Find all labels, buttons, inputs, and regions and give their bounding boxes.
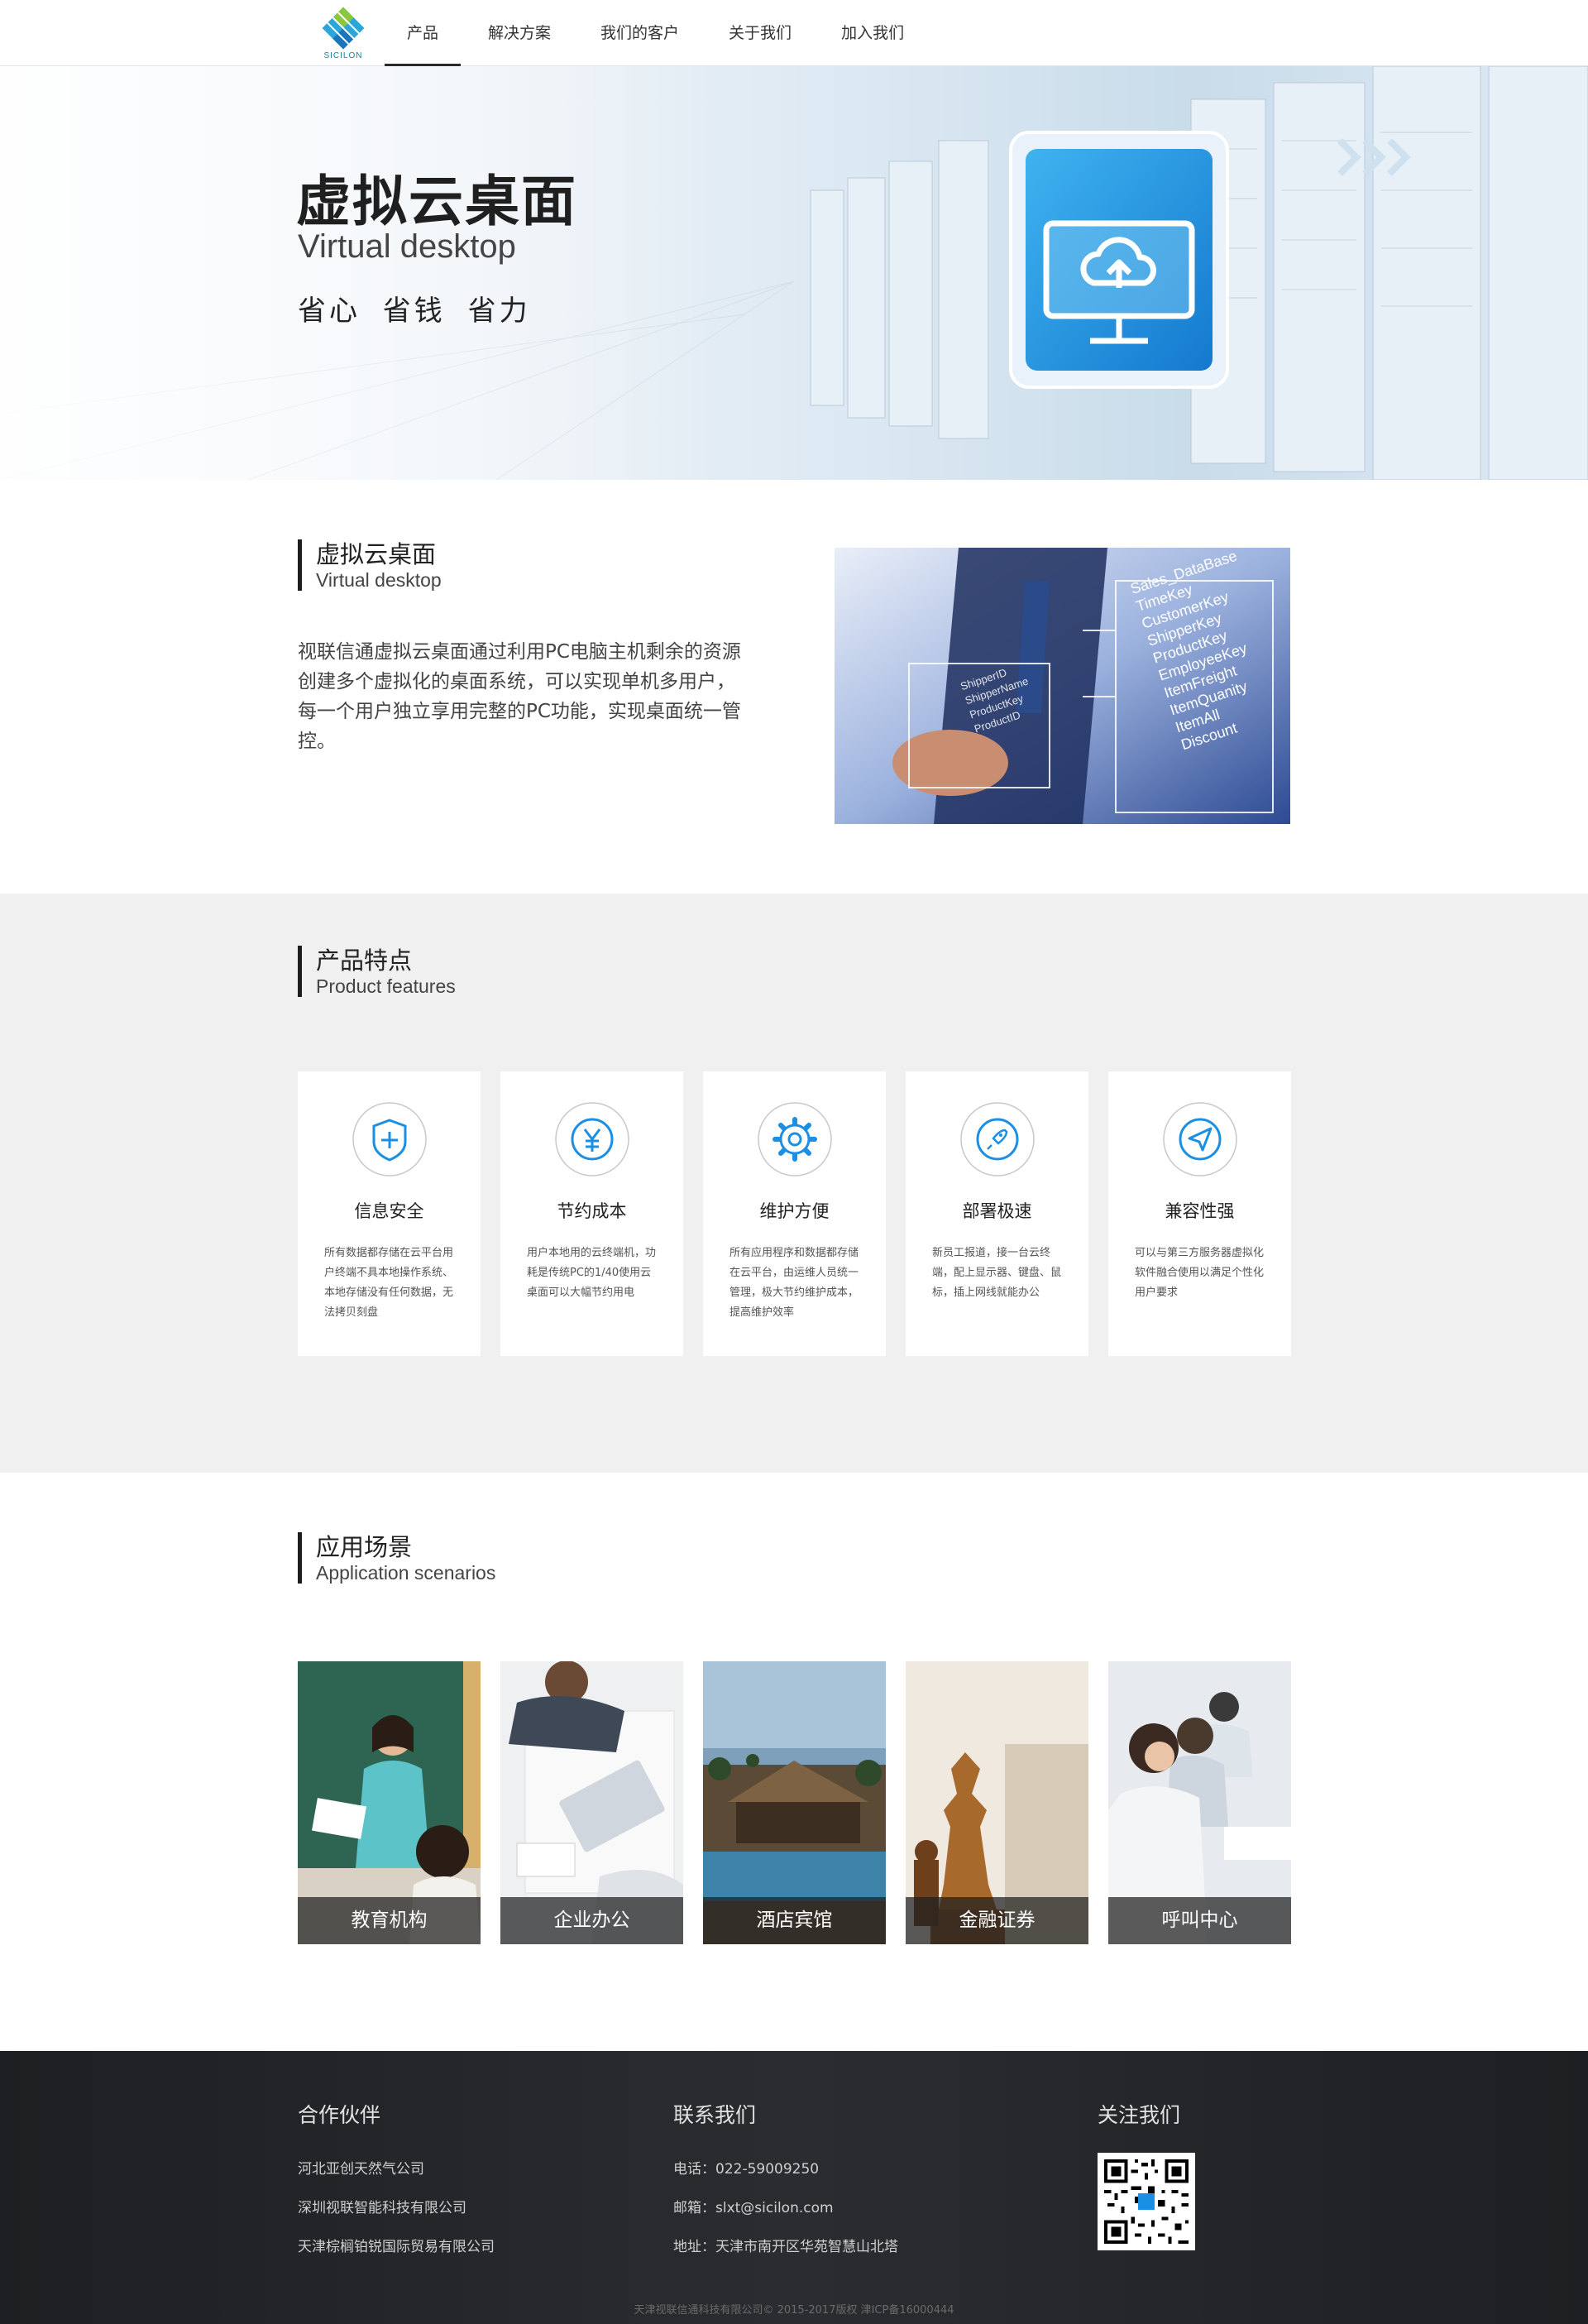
scenario-finance[interactable]: 金融证券 bbox=[906, 1661, 1088, 1944]
scenarios-heading-cn: 应用场景 bbox=[316, 1533, 413, 1561]
feature-desc: 所有数据都存储在云平台用户终端不具本地操作系统、本地存储没有任何数据，无法拷贝刻… bbox=[324, 1247, 454, 1319]
feature-card-security: 信息安全 所有数据都存储在云平台用户终端不具本地操作系统、本地存储没有任何数据，… bbox=[298, 1071, 481, 1356]
intro-heading-cn: 虚拟云桌面 bbox=[316, 540, 437, 568]
partner-link[interactable]: 河北亚创天然气公司 bbox=[298, 2150, 495, 2189]
nav-item-customers[interactable]: 我们的客户 bbox=[578, 0, 701, 66]
nav-item-solutions[interactable]: 解决方案 bbox=[466, 0, 573, 66]
features-heading-cn: 产品特点 bbox=[316, 946, 413, 975]
scenarios-heading-en: Application scenarios bbox=[316, 1562, 496, 1584]
contact-phone: 电话：022-59009250 bbox=[673, 2161, 820, 2178]
feature-card-cost: 节约成本 用户本地用的云终端机，功耗是传统PC的1/40使用云桌面可以大幅节约用… bbox=[500, 1071, 683, 1356]
intro-heading-en: Virtual desktop bbox=[316, 569, 442, 591]
footer-partners-title: 合作伙伴 bbox=[298, 2103, 381, 2127]
feature-card-deploy: 部署极速 新员工报道，接一台云终端，配上显示器、键盘、鼠标，插上网线就能办公 bbox=[906, 1071, 1088, 1356]
footer-follow: 关注我们 bbox=[1098, 2099, 1180, 2150]
gear-icon bbox=[758, 1102, 832, 1176]
feature-title: 节约成本 bbox=[557, 1201, 627, 1221]
intro-description: 视联信通虚拟云桌面通过利用PC电脑主机剩余的资源创建多个虚拟化的桌面系统，可以实… bbox=[298, 641, 741, 752]
nav-item-products[interactable]: 产品 bbox=[385, 0, 462, 66]
hero-slogan: 省心 省钱 省力 bbox=[298, 295, 531, 328]
logo-mark-icon bbox=[322, 7, 365, 50]
sicilon-logo[interactable]: SICILON bbox=[314, 5, 372, 63]
feature-title: 维护方便 bbox=[759, 1201, 830, 1221]
yen-icon bbox=[555, 1102, 629, 1176]
contact-address: 地址：天津市南开区华苑智慧山北塔 bbox=[673, 2239, 898, 2255]
shield-plus-icon bbox=[352, 1102, 427, 1176]
scenario-call-center[interactable]: 呼叫中心 bbox=[1108, 1661, 1291, 1944]
feature-title: 信息安全 bbox=[354, 1201, 424, 1221]
intro-database-image: Sales_DataBase TimeKey CustomerKey Shipp… bbox=[835, 548, 1290, 824]
scenario-label: 教育机构 bbox=[298, 1897, 481, 1944]
nav-menu: 产品 解决方案 我们的客户 关于我们 加入我们 bbox=[385, 0, 926, 66]
footer: 合作伙伴 河北亚创天然气公司 深圳视联智能科技有限公司 天津棕榈铂锐国际贸易有限… bbox=[0, 2051, 1588, 2324]
scenario-label: 企业办公 bbox=[500, 1897, 683, 1944]
copyright-text: 天津视联信通科技有限公司© 2015-2017版权 津ICP备16000444 bbox=[634, 2304, 954, 2317]
contact-email[interactable]: 邮箱：slxt@sicilon.com bbox=[673, 2189, 898, 2228]
feature-title: 兼容性强 bbox=[1165, 1201, 1235, 1221]
scenario-hotel[interactable]: 酒店宾馆 bbox=[703, 1661, 886, 1944]
qr-code-icon bbox=[1098, 2153, 1195, 2250]
features-heading-en: Product features bbox=[316, 975, 456, 997]
scenario-office[interactable]: 企业办公 bbox=[500, 1661, 683, 1944]
scenarios-heading: 应用场景 Application scenarios bbox=[298, 1532, 495, 1584]
partner-link[interactable]: 深圳视联智能科技有限公司 bbox=[298, 2189, 495, 2228]
hero-subtitle: Virtual desktop bbox=[298, 228, 516, 265]
footer-contact: 联系我们 电话：022-59009250 邮箱：slxt@sicilon.com… bbox=[673, 2099, 898, 2267]
send-icon bbox=[1163, 1102, 1237, 1176]
hero-title: 虚拟云桌面 bbox=[296, 170, 577, 233]
feature-cards: 信息安全 所有数据都存储在云平台用户终端不具本地操作系统、本地存储没有任何数据，… bbox=[298, 1071, 1291, 1356]
feature-card-compat: 兼容性强 可以与第三方服务器虚拟化软件融合使用以满足个性化用户要求 bbox=[1108, 1071, 1291, 1356]
footer-follow-title: 关注我们 bbox=[1098, 2103, 1181, 2127]
scenario-education[interactable]: 教育机构 bbox=[298, 1661, 481, 1944]
intro-heading: 虚拟云桌面 Virtual desktop bbox=[298, 539, 442, 591]
scenario-label: 呼叫中心 bbox=[1108, 1897, 1291, 1944]
feature-desc: 用户本地用的云终端机，功耗是传统PC的1/40使用云桌面可以大幅节约用电 bbox=[527, 1247, 657, 1299]
wechat-qr-code bbox=[1098, 2153, 1195, 2250]
hero-server-room-image bbox=[0, 66, 1588, 480]
features-heading: 产品特点 Product features bbox=[298, 946, 456, 997]
nav-item-join[interactable]: 加入我们 bbox=[819, 0, 926, 66]
logo-wordmark: SICILON bbox=[323, 51, 363, 60]
footer-partners: 合作伙伴 河北亚创天然气公司 深圳视联智能科技有限公司 天津棕榈铂锐国际贸易有限… bbox=[298, 2099, 495, 2267]
feature-desc: 新员工报道，接一台云终端，配上显示器、键盘、鼠标，插上网线就能办公 bbox=[932, 1247, 1062, 1299]
feature-card-maintenance: 维护方便 所有应用程序和数据都存储在云平台，由运维人员统一管理，极大节约维护成本… bbox=[703, 1071, 886, 1356]
feature-desc: 所有应用程序和数据都存储在云平台，由运维人员统一管理，极大节约维护成本，提高维护… bbox=[729, 1247, 859, 1319]
rocket-icon bbox=[960, 1102, 1035, 1176]
scenario-label: 酒店宾馆 bbox=[703, 1897, 886, 1944]
feature-desc: 可以与第三方服务器虚拟化软件融合使用以满足个性化用户要求 bbox=[1135, 1247, 1265, 1299]
scenario-tiles: 教育机构 企业办公 酒店宾馆 金融证券 呼叫中心 bbox=[298, 1661, 1291, 1944]
scenario-label: 金融证券 bbox=[906, 1897, 1088, 1944]
hero-banner: 虚拟云桌面 Virtual desktop 省心 省钱 省力 bbox=[0, 66, 1588, 480]
partner-link[interactable]: 天津棕榈铂锐国际贸易有限公司 bbox=[298, 2228, 495, 2267]
top-navbar: SICILON 产品 解决方案 我们的客户 关于我们 加入我们 bbox=[0, 0, 1588, 66]
nav-item-about[interactable]: 关于我们 bbox=[706, 0, 814, 66]
footer-contact-title: 联系我们 bbox=[673, 2103, 757, 2127]
feature-title: 部署极速 bbox=[962, 1201, 1032, 1221]
